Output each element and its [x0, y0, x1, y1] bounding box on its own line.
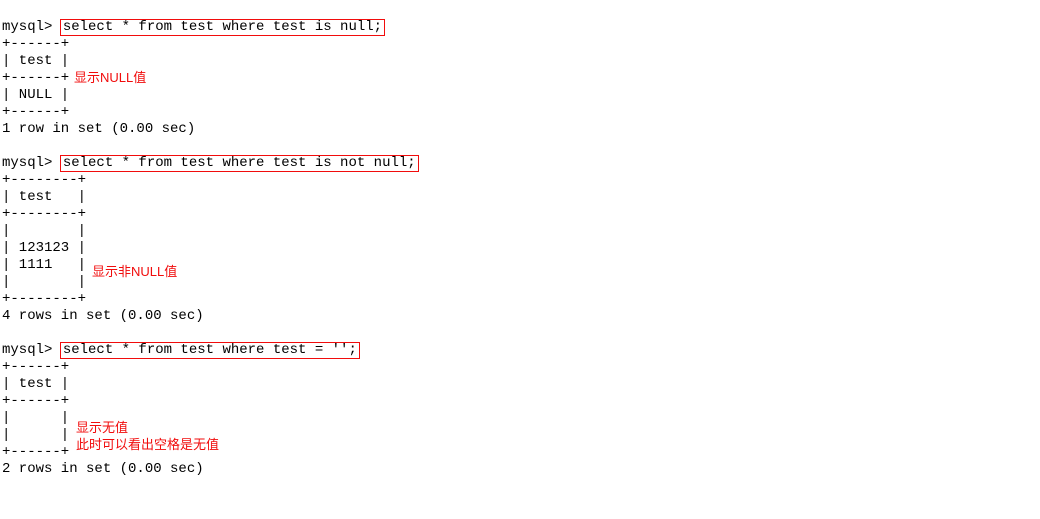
- table-header: | test |: [2, 53, 69, 69]
- sql-query-1: select * from test where test is null;: [60, 19, 385, 36]
- annotation-null: 显示NULL值: [74, 70, 146, 86]
- table-row: | 123123 |: [2, 240, 86, 256]
- table-border: +------+: [2, 104, 69, 120]
- table-border: +------+: [2, 70, 69, 86]
- table-border: +--------+: [2, 172, 86, 188]
- table-row: | NULL |: [2, 87, 69, 103]
- mysql-prompt: mysql>: [2, 155, 61, 171]
- annotation-not-null: 显示非NULL值: [92, 264, 177, 280]
- table-border: +------+: [2, 359, 69, 375]
- table-row: | |: [2, 410, 69, 426]
- table-header: | test |: [2, 189, 86, 205]
- result-summary: 4 rows in set (0.00 sec): [2, 308, 204, 324]
- table-border: +------+: [2, 36, 69, 52]
- result-summary: 1 row in set (0.00 sec): [2, 121, 195, 137]
- mysql-terminal: mysql> select * from test where test is …: [0, 0, 1040, 519]
- table-header: | test |: [2, 376, 69, 392]
- table-row: | |: [2, 427, 69, 443]
- table-border: +------+: [2, 393, 69, 409]
- annotation-empty-1: 显示无值: [76, 420, 128, 436]
- sql-query-2: select * from test where test is not nul…: [60, 155, 419, 172]
- sql-query-3: select * from test where test = '';: [60, 342, 360, 359]
- mysql-prompt: mysql>: [2, 19, 61, 35]
- annotation-empty-2: 此时可以看出空格是无值: [76, 437, 219, 453]
- table-row: | |: [2, 274, 86, 290]
- table-border: +------+: [2, 444, 69, 460]
- table-border: +--------+: [2, 291, 86, 307]
- mysql-prompt: mysql>: [2, 342, 61, 358]
- result-summary: 2 rows in set (0.00 sec): [2, 461, 204, 477]
- table-row: | 1111 |: [2, 257, 86, 273]
- table-border: +--------+: [2, 206, 86, 222]
- table-row: | |: [2, 223, 86, 239]
